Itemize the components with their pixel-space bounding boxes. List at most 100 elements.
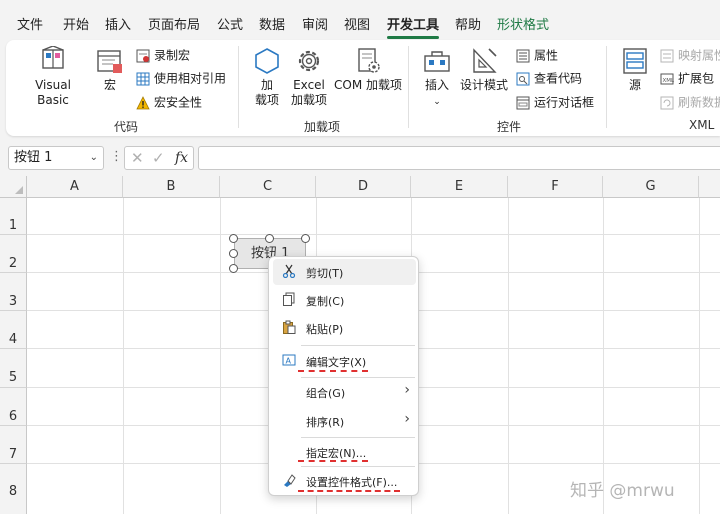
chevron-down-icon: ⌄ <box>89 152 98 163</box>
tab-formulas[interactable]: 公式 <box>217 14 243 33</box>
group-label-xml: XML <box>689 118 715 132</box>
select-all-corner[interactable] <box>0 176 27 198</box>
menu-item-group[interactable]: 组合(G) › <box>273 379 416 405</box>
chevron-right-icon: › <box>404 382 410 398</box>
column-header-d[interactable]: D <box>316 176 411 198</box>
expansion-packs-button[interactable]: XML 扩展包 <box>660 69 714 87</box>
excel-addins-button[interactable]: Excel 加载项 <box>286 46 332 108</box>
tab-view[interactable]: 视图 <box>344 14 370 33</box>
xml-source-button[interactable]: 源 <box>616 46 654 93</box>
resize-handle[interactable] <box>229 264 238 273</box>
ribbon-separator <box>606 46 607 128</box>
tab-developer[interactable]: 开发工具 <box>387 14 440 39</box>
ribbon: Visual Basic 宏 录制宏 使用相对引用 宏安全性 代码 加 载项 E… <box>6 40 720 136</box>
formula-bar: 按钮 1 ⌄ ⋮ ✕ ✓ fx <box>0 140 720 176</box>
edit-text-icon: A <box>282 354 296 366</box>
formula-input[interactable] <box>198 146 720 170</box>
tab-shape-format[interactable]: 形状格式 <box>497 14 549 33</box>
watermark: 知乎 @mrwu <box>570 481 675 501</box>
resize-handle[interactable] <box>229 249 238 258</box>
run-dialog-button[interactable]: 运行对话框 <box>516 93 594 111</box>
ribbon-separator <box>408 46 409 128</box>
macro-security-button[interactable]: 宏安全性 <box>136 93 202 111</box>
format-control-icon <box>284 474 296 487</box>
menu-item-cut[interactable]: 剪切(T) <box>273 259 416 285</box>
group-label-controls: 控件 <box>497 120 522 134</box>
refresh-data-button[interactable]: 刷新数据 <box>660 93 720 111</box>
menu-item-order[interactable]: 排序(R) › <box>273 408 416 434</box>
row-header-2[interactable]: 2 <box>0 235 27 273</box>
column-header-g[interactable]: G <box>603 176 699 198</box>
insert-control-button[interactable]: 插入 ⌄ <box>418 46 456 110</box>
column-header-b[interactable]: B <box>123 176 220 198</box>
annotation-underline <box>298 460 368 462</box>
use-relative-references-button[interactable]: 使用相对引用 <box>136 69 226 87</box>
tab-file[interactable]: 文件 <box>17 14 43 33</box>
column-header-e[interactable]: E <box>411 176 508 198</box>
tab-page-layout[interactable]: 页面布局 <box>148 14 200 33</box>
gear-icon <box>298 50 320 72</box>
resize-handle[interactable] <box>229 234 238 243</box>
paste-icon <box>283 320 296 334</box>
svg-text:XML: XML <box>663 78 675 84</box>
refresh-icon <box>660 96 674 109</box>
insert-function-icon[interactable]: fx <box>175 150 188 166</box>
column-header-partial[interactable] <box>699 176 720 198</box>
macros-button[interactable]: 宏 <box>92 46 128 93</box>
annotation-underline <box>298 490 400 492</box>
visual-basic-label: Visual Basic <box>35 78 71 107</box>
enter-icon[interactable]: ✓ <box>152 149 165 167</box>
row-header-5[interactable]: 5 <box>0 349 27 388</box>
menu-item-paste[interactable]: 粘贴(P) <box>273 315 416 341</box>
more-options-icon[interactable]: ⋮ <box>110 150 123 164</box>
tab-home[interactable]: 开始 <box>63 14 89 33</box>
tab-data[interactable]: 数据 <box>259 14 285 33</box>
tab-insert[interactable]: 插入 <box>105 14 131 33</box>
menu-bar: 文件 开始 插入 页面布局 公式 数据 审阅 视图 开发工具 帮助 形状格式 <box>0 0 720 40</box>
column-header-c[interactable]: C <box>220 176 316 198</box>
toolbox-icon <box>424 51 450 72</box>
properties-button[interactable]: 属性 <box>516 46 558 64</box>
warning-icon <box>136 95 150 109</box>
design-mode-button[interactable]: 设计模式 <box>458 46 510 93</box>
column-header-f[interactable]: F <box>508 176 603 198</box>
view-code-icon <box>516 72 530 85</box>
row-header-3[interactable]: 3 <box>0 273 27 311</box>
chevron-right-icon: › <box>404 411 410 427</box>
com-addins-button[interactable]: COM 加载项 <box>334 46 402 93</box>
group-label-addins: 加载项 <box>304 120 341 134</box>
ribbon-separator <box>238 46 239 128</box>
resize-handle[interactable] <box>301 234 310 243</box>
macros-icon <box>97 50 122 73</box>
addins-button[interactable]: 加 载项 <box>250 46 284 108</box>
addins-icon <box>255 48 279 74</box>
row-header-8[interactable]: 8 <box>0 464 27 514</box>
record-macro-button[interactable]: 录制宏 <box>136 46 190 64</box>
xml-source-icon <box>623 48 647 74</box>
chevron-down-icon: ⌄ <box>433 97 441 107</box>
ruler-triangle-icon <box>473 48 497 73</box>
run-dialog-icon <box>516 96 530 109</box>
row-header-1[interactable]: 1 <box>0 198 27 235</box>
resize-handle[interactable] <box>265 234 274 243</box>
relative-reference-icon <box>136 72 150 85</box>
column-header-a[interactable]: A <box>27 176 123 198</box>
com-addins-icon <box>358 48 380 73</box>
map-properties-button[interactable]: 映射属性 <box>660 46 720 64</box>
row-header-6[interactable]: 6 <box>0 388 27 426</box>
row-header-4[interactable]: 4 <box>0 311 27 349</box>
cancel-icon[interactable]: ✕ <box>131 149 144 167</box>
annotation-underline <box>298 370 368 372</box>
view-code-button[interactable]: 查看代码 <box>516 69 582 87</box>
macros-label: 宏 <box>103 78 116 92</box>
map-properties-icon <box>660 49 674 62</box>
menu-item-copy[interactable]: 复制(C) <box>273 287 416 313</box>
row-header-7[interactable]: 7 <box>0 426 27 464</box>
group-label-code: 代码 <box>114 120 139 134</box>
tab-help[interactable]: 帮助 <box>455 14 481 33</box>
formula-tools: ✕ ✓ fx <box>124 146 194 170</box>
tab-review[interactable]: 审阅 <box>302 14 328 33</box>
name-box[interactable]: 按钮 1 ⌄ <box>8 146 104 170</box>
visual-basic-button[interactable]: Visual Basic <box>18 46 88 108</box>
properties-icon <box>516 49 530 62</box>
